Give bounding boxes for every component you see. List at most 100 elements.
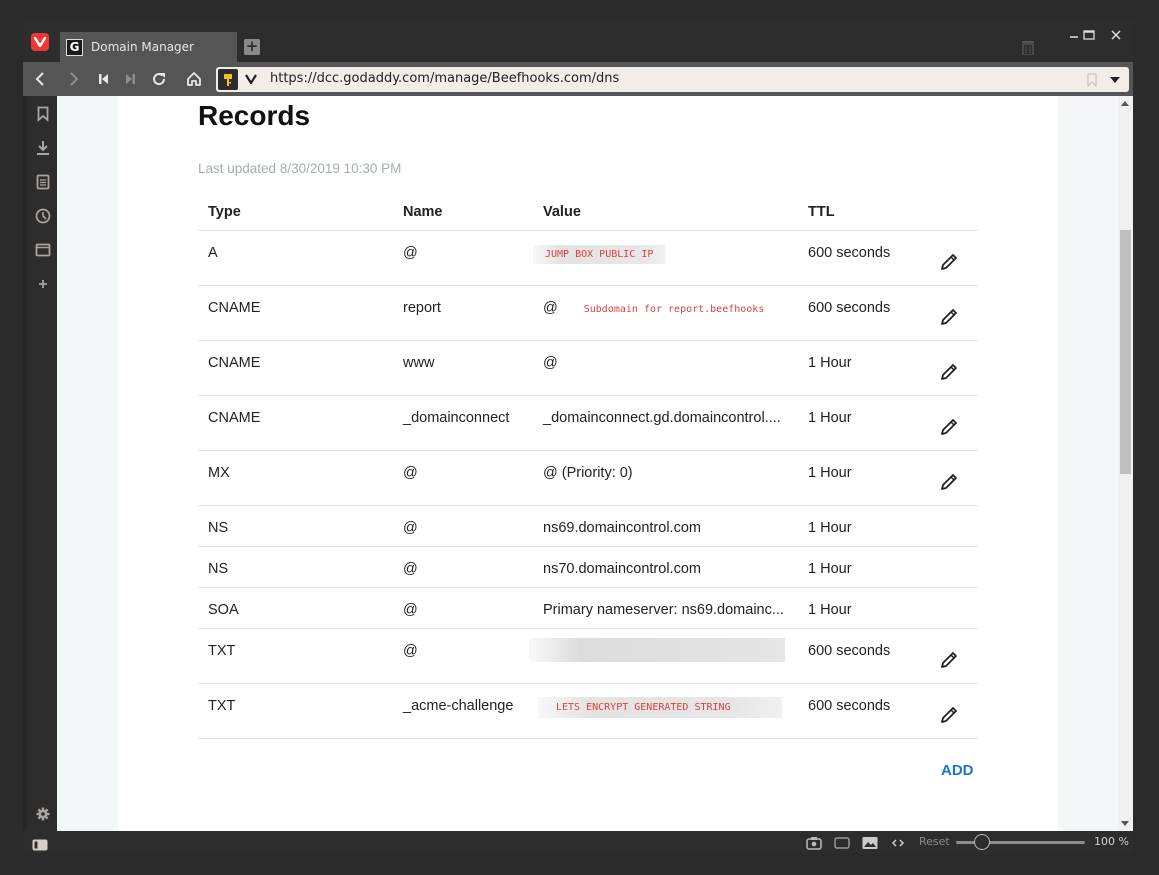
record-ttl: 600 seconds: [798, 284, 928, 340]
record-actions: [928, 504, 978, 546]
window-panel-icon[interactable]: [33, 240, 53, 260]
redacted-value: [529, 637, 785, 662]
images-toggle-icon[interactable]: [862, 835, 878, 854]
record-type: CNAME: [198, 394, 393, 450]
trash-icon[interactable]: [1021, 39, 1035, 59]
table-row: A @ JUMP BOX PUBLIC IP 600 seconds: [198, 229, 978, 285]
edit-pencil-icon[interactable]: [938, 306, 960, 328]
side-panel: [23, 96, 57, 831]
downloads-panel-icon[interactable]: [33, 138, 53, 158]
record-actions: [928, 627, 978, 683]
record-name: @: [393, 586, 533, 628]
vertical-scrollbar[interactable]: [1118, 96, 1133, 831]
record-name: www: [393, 339, 533, 395]
navigation-toolbar: https://dcc.godaddy.com/manage/Beefhooks…: [23, 62, 1133, 96]
scrollbar-thumb[interactable]: [1120, 230, 1131, 474]
scroll-down-arrow-icon[interactable]: [1121, 821, 1129, 826]
zoom-reset-button[interactable]: Reset: [919, 835, 950, 848]
edit-pencil-icon[interactable]: [938, 251, 960, 273]
dns-records-card: Records Last updated 8/30/2019 10:30 PM …: [118, 96, 1058, 831]
redaction-note: LETS ENCRYPT GENERATED STRING: [538, 696, 782, 718]
record-name: @: [393, 627, 533, 683]
close-window-button[interactable]: [1105, 26, 1127, 44]
record-ttl: 600 seconds: [798, 627, 928, 683]
record-name: @: [393, 545, 533, 587]
edit-pencil-icon[interactable]: [938, 471, 960, 493]
dns-records-table: Type Name Value TTL A @ JUMP BOX PUBLIC …: [198, 194, 978, 739]
add-web-panel-icon[interactable]: [33, 274, 53, 294]
screenshot-camera-icon[interactable]: [806, 835, 822, 854]
home-button[interactable]: [183, 69, 205, 89]
table-row: MX @ @ (Priority: 0) 1 Hour: [198, 449, 978, 505]
edit-pencil-icon[interactable]: [938, 416, 960, 438]
notes-panel-icon[interactable]: [33, 172, 53, 192]
address-bar[interactable]: https://dcc.godaddy.com/manage/Beefhooks…: [216, 67, 1129, 92]
reload-button[interactable]: [148, 69, 170, 89]
title-bar: G Domain Manager +: [23, 20, 1133, 62]
record-type: TXT: [198, 682, 393, 739]
record-value: ns70.domaincontrol.com: [533, 545, 798, 587]
tiling-icon[interactable]: [834, 835, 850, 854]
forward-button[interactable]: [63, 69, 85, 89]
godaddy-favicon-icon: G: [66, 38, 83, 56]
maximize-button[interactable]: [1078, 26, 1100, 44]
url-history-dropdown-icon[interactable]: [1110, 77, 1120, 83]
record-value: @ Subdomain for report.beefhooks: [533, 284, 798, 340]
bookmark-page-icon[interactable]: [1087, 72, 1097, 91]
record-ttl: 1 Hour: [798, 586, 928, 628]
record-ttl: 600 seconds: [798, 229, 928, 285]
table-row: CNAME www @ 1 Hour: [198, 339, 978, 395]
browser-window: G Domain Manager + https://dcc.godaddy.c…: [23, 20, 1133, 853]
status-bar: Reset 100 %: [23, 831, 1133, 853]
record-actions: [928, 339, 978, 395]
edit-pencil-icon[interactable]: [938, 361, 960, 383]
toggle-panel-icon[interactable]: [32, 836, 48, 855]
vivaldi-v-icon[interactable]: [244, 71, 258, 87]
record-actions: [928, 284, 978, 340]
record-actions: [928, 586, 978, 628]
scroll-up-arrow-icon[interactable]: [1121, 101, 1129, 106]
tab-title: Domain Manager: [91, 40, 194, 54]
record-type: NS: [198, 545, 393, 587]
record-ttl: 1 Hour: [798, 504, 928, 546]
history-panel-icon[interactable]: [33, 206, 53, 226]
page-actions-icon[interactable]: [891, 835, 905, 854]
record-name: @: [393, 449, 533, 505]
table-row: NS @ ns70.domaincontrol.com 1 Hour: [198, 545, 978, 587]
record-actions: [928, 682, 978, 739]
record-value-text: @: [543, 299, 558, 316]
column-header-value: Value: [543, 203, 581, 220]
new-tab-button[interactable]: +: [244, 39, 260, 55]
edit-pencil-icon[interactable]: [938, 649, 960, 671]
add-record-button[interactable]: ADD: [941, 762, 974, 779]
record-ttl: 1 Hour: [798, 545, 928, 587]
column-header-type: Type: [208, 203, 241, 220]
rewind-button[interactable]: [93, 69, 115, 89]
back-button[interactable]: [29, 69, 51, 89]
record-ttl: 600 seconds: [798, 682, 928, 739]
record-ttl: 1 Hour: [798, 394, 928, 450]
zoom-slider-handle[interactable]: [973, 834, 990, 850]
settings-gear-icon[interactable]: [33, 804, 53, 824]
url-text[interactable]: https://dcc.godaddy.com/manage/Beefhooks…: [270, 71, 619, 86]
record-actions: [928, 394, 978, 450]
zoom-level: 100 %: [1094, 835, 1129, 848]
record-type: NS: [198, 504, 393, 546]
table-row: SOA @ Primary nameserver: ns69.domainc..…: [198, 586, 978, 628]
record-type: CNAME: [198, 339, 393, 395]
vivaldi-menu-icon[interactable]: [31, 33, 49, 51]
tab-domain-manager[interactable]: G Domain Manager: [60, 32, 237, 62]
record-value: @: [533, 339, 798, 395]
table-row: CNAME _domainconnect _domainconnect.gd.d…: [198, 394, 978, 450]
site-info-key-icon[interactable]: [218, 69, 238, 90]
record-type: A: [198, 229, 393, 285]
bookmarks-panel-icon[interactable]: [33, 104, 53, 124]
record-value: @ (Priority: 0): [533, 449, 798, 505]
record-type: SOA: [198, 586, 393, 628]
record-type: MX: [198, 449, 393, 505]
edit-pencil-icon[interactable]: [938, 704, 960, 726]
record-name: @: [393, 229, 533, 285]
record-ttl: 1 Hour: [798, 449, 928, 505]
fast-forward-button[interactable]: [119, 69, 141, 89]
table-row: TXT _acme-challenge LETS ENCRYPT GENERAT…: [198, 682, 978, 739]
